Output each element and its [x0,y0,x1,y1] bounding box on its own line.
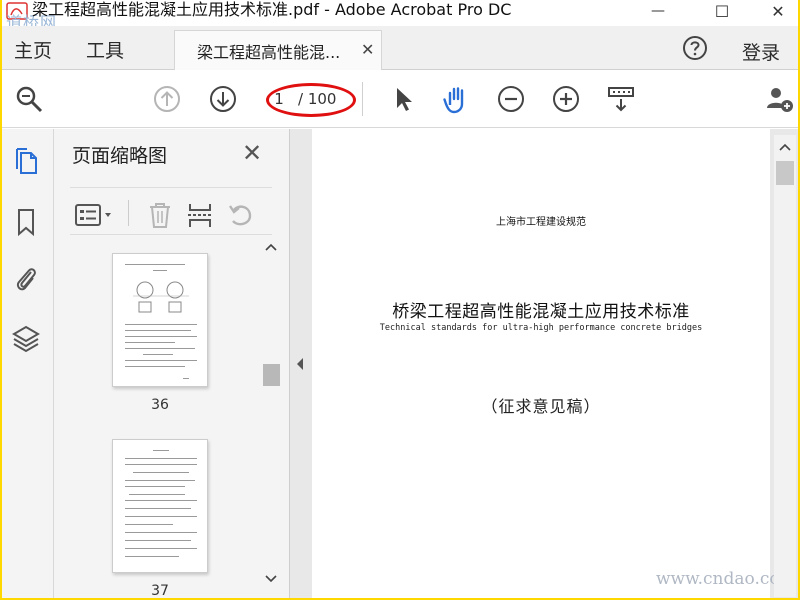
insert-page-button[interactable] [186,202,214,228]
cursor-arrow-icon [397,88,412,111]
thumbnail-list: 36 37 [54,237,274,598]
scroll-mode-icon [608,87,634,112]
select-tool-button[interactable] [388,84,418,114]
hand-tool-button[interactable] [442,84,472,114]
highlight-ellipse-annotation [266,83,356,117]
next-page-button[interactable] [208,84,238,114]
previous-page-button[interactable] [152,84,182,114]
zoom-out-button[interactable] [496,84,526,114]
document-scrollbar[interactable] [774,135,796,597]
layers-icon [12,325,40,353]
page-display-button[interactable] [606,84,636,114]
minimize-button[interactable]: — [638,0,678,22]
document-subtitle: Technical standards for ultra-high perfo… [379,323,703,333]
pdf-page: 上海市工程建设规范 桥梁工程超高性能混凝土应用技术标准 Technical st… [312,129,770,598]
help-icon[interactable] [682,35,708,61]
acrobat-window: 道桥网 梁工程超高性能混凝土应用技术标准.pdf - Adobe Acrobat… [2,0,798,598]
toolbar-divider [362,82,363,116]
maximize-icon: ☐ [714,1,730,21]
tab-bar: 主页 工具 梁工程超高性能混... ✕ 登录 [2,26,798,70]
home-tab[interactable]: 主页 [14,36,52,63]
pages-icon [16,148,37,174]
document-header: 上海市工程建设规范 [496,217,586,228]
thumbnail-scrollbar[interactable] [260,237,282,595]
options-menu-icon [75,204,111,226]
document-tab-label: 梁工程超高性能混... [197,43,341,62]
close-window-button[interactable]: ✕ [758,0,798,22]
arrow-up-circle-icon [154,86,180,112]
panel-toolbar [70,187,272,235]
attachments-button[interactable] [12,263,40,293]
bookmarks-button[interactable] [12,207,40,237]
minimize-icon: — [651,3,665,19]
zoom-in-button[interactable] [551,84,581,114]
page-thumbnail[interactable] [112,253,208,387]
delete-page-button[interactable] [146,202,174,228]
title-bar: 道桥网 梁工程超高性能混凝土应用技术标准.pdf - Adobe Acrobat… [2,0,798,32]
document-title: 桥梁工程超高性能混凝土应用技术标准 [392,302,690,322]
collapse-panel-icon[interactable] [295,357,305,371]
scrollbar-thumb[interactable] [776,161,794,185]
navigation-rail [2,129,54,598]
trash-icon [150,203,170,228]
main-toolbar: 1 / 100 [2,70,798,128]
thumbnail-page-number: 36 [151,397,169,413]
thumbnails-panel: 页面缩略图 ✕ 36 37 [54,129,290,598]
minus-circle-icon [498,86,524,112]
rotate-page-button[interactable] [226,202,254,228]
close-tab-icon[interactable]: ✕ [361,40,374,59]
add-user-icon [767,88,793,112]
scroll-up-icon[interactable] [265,243,277,251]
search-icon [16,86,43,113]
tools-tab[interactable]: 工具 [86,36,124,63]
thumbnail-options-button[interactable] [74,202,114,228]
plus-circle-icon [553,86,579,112]
page-thumbnail[interactable] [112,439,208,573]
scroll-down-icon[interactable] [265,575,277,583]
document-status: （征求意见稿） [481,397,601,416]
maximize-button[interactable]: ☐ [702,0,742,22]
share-button[interactable] [764,84,794,114]
rotate-icon [229,205,252,226]
hand-icon [443,87,464,114]
panel-toolbar-divider [128,200,129,226]
close-panel-icon[interactable]: ✕ [242,139,262,167]
paperclip-icon [16,268,36,291]
thumbnail-page-number: 37 [151,583,169,598]
close-icon: ✕ [771,1,785,21]
bookmark-icon [18,209,34,237]
document-tab[interactable]: 梁工程超高性能混... ✕ [174,30,382,70]
arrow-down-circle-icon [210,86,236,112]
panel-title: 页面缩略图 [72,145,168,167]
page-thumbnails-button[interactable] [12,147,40,177]
scrollbar-thumb[interactable] [263,364,280,386]
login-button[interactable]: 登录 [742,38,780,65]
layers-button[interactable] [12,323,40,353]
scroll-up-icon[interactable] [779,143,791,151]
document-view: 上海市工程建设规范 桥梁工程超高性能混凝土应用技术标准 Technical st… [290,129,798,598]
window-title: 梁工程超高性能混凝土应用技术标准.pdf - Adobe Acrobat Pro… [32,0,512,19]
find-button[interactable] [14,84,44,114]
insert-pages-icon [188,204,212,227]
